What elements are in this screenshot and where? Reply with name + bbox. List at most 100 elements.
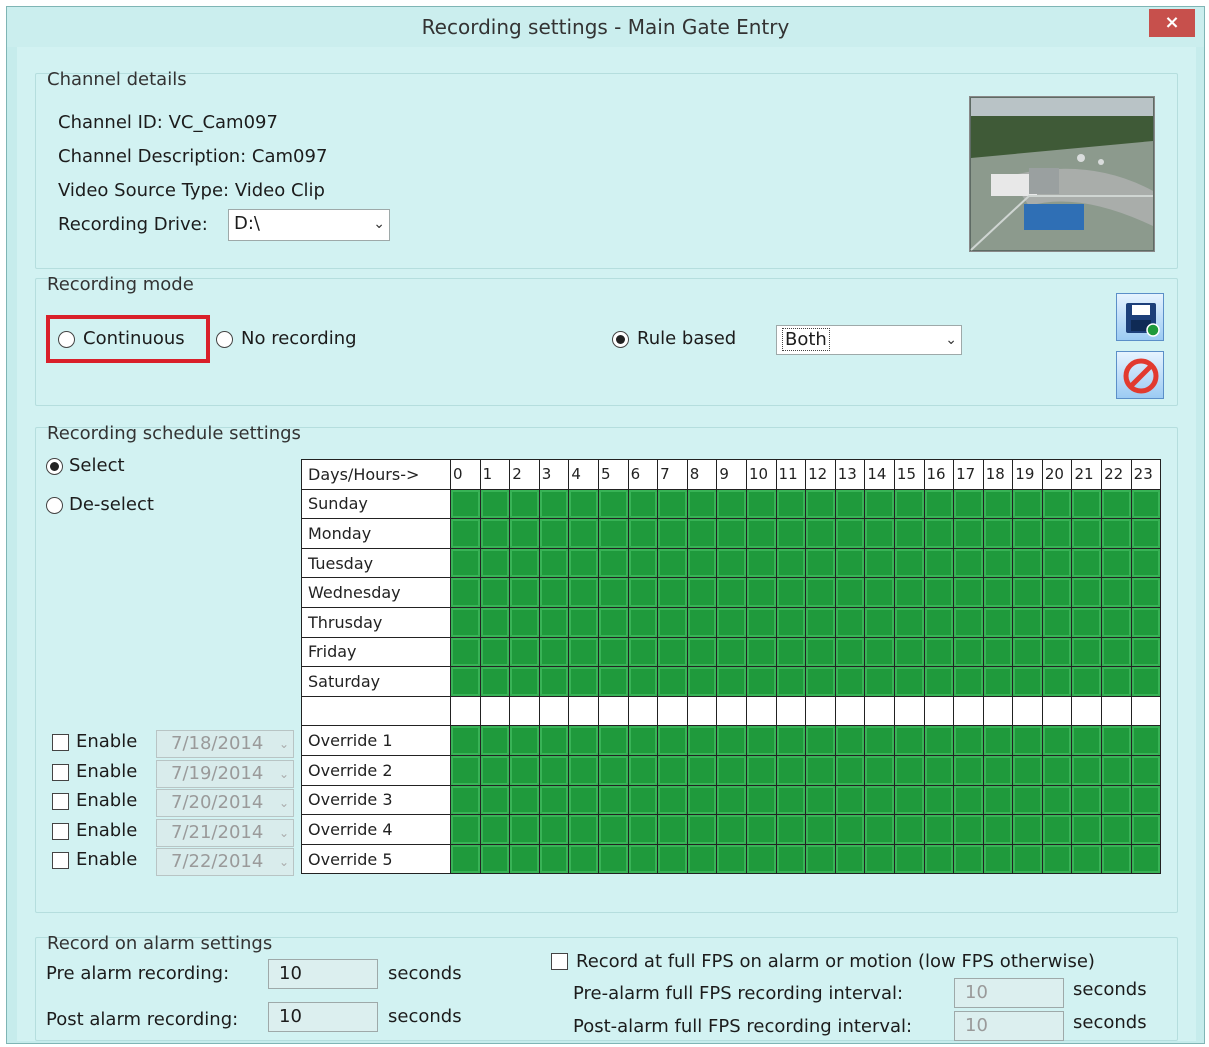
schedule-cell[interactable] xyxy=(597,636,629,668)
override-cell[interactable] xyxy=(775,814,807,845)
override-cell[interactable] xyxy=(1041,784,1073,816)
schedule-cell[interactable] xyxy=(509,666,540,697)
schedule-cell[interactable] xyxy=(834,636,866,668)
override-cell[interactable] xyxy=(1071,814,1103,845)
override-cell[interactable] xyxy=(893,814,925,845)
schedule-cell[interactable] xyxy=(864,666,895,697)
override-cell[interactable] xyxy=(1041,725,1073,756)
cancel-button[interactable] xyxy=(1116,351,1164,399)
override-enable-checkbox[interactable] xyxy=(52,822,69,840)
schedule-cell[interactable] xyxy=(1130,636,1162,668)
schedule-cell[interactable] xyxy=(923,606,955,638)
override-date-picker[interactable]: 7/20/2014 ⌄ xyxy=(156,789,294,818)
override-cell[interactable] xyxy=(1101,843,1132,875)
override-cell[interactable] xyxy=(864,784,895,816)
schedule-cell[interactable] xyxy=(745,606,777,638)
schedule-cell[interactable] xyxy=(1101,488,1132,520)
override-cell[interactable] xyxy=(627,814,659,845)
schedule-cell[interactable] xyxy=(953,577,984,608)
schedule-cell[interactable] xyxy=(834,488,866,520)
schedule-cell[interactable] xyxy=(1041,577,1073,608)
schedule-cell[interactable] xyxy=(568,606,599,638)
override-cell[interactable] xyxy=(864,754,895,786)
schedule-cell[interactable] xyxy=(479,636,511,668)
schedule-cell[interactable] xyxy=(716,606,747,638)
override-cell[interactable] xyxy=(982,784,1014,816)
schedule-cell[interactable] xyxy=(657,577,688,608)
schedule-cell[interactable] xyxy=(686,547,718,579)
schedule-cell[interactable] xyxy=(1101,606,1132,638)
deselect-label[interactable]: De-select xyxy=(69,494,154,515)
schedule-cell[interactable] xyxy=(745,518,777,549)
override-enable-checkbox[interactable] xyxy=(52,763,69,781)
override-cell[interactable] xyxy=(1012,843,1043,875)
schedule-cell[interactable] xyxy=(805,636,836,668)
override-cell[interactable] xyxy=(893,784,925,816)
override-cell[interactable] xyxy=(1130,725,1162,756)
schedule-cell[interactable] xyxy=(1012,518,1043,549)
schedule-cell[interactable] xyxy=(893,518,925,549)
schedule-cell[interactable] xyxy=(1012,606,1043,638)
schedule-cell[interactable] xyxy=(864,547,895,579)
schedule-cell[interactable] xyxy=(953,488,984,520)
continuous-radio[interactable] xyxy=(58,331,75,348)
override-cell[interactable] xyxy=(745,843,777,875)
override-cell[interactable] xyxy=(538,784,570,816)
schedule-cell[interactable] xyxy=(479,518,511,549)
schedule-cell[interactable] xyxy=(953,666,984,697)
override-cell[interactable] xyxy=(1101,725,1132,756)
override-cell[interactable] xyxy=(627,725,659,756)
override-cell[interactable] xyxy=(509,725,540,756)
override-cell[interactable] xyxy=(716,814,747,845)
schedule-cell[interactable] xyxy=(597,488,629,520)
schedule-cell[interactable] xyxy=(568,577,599,608)
override-cell[interactable] xyxy=(568,814,599,845)
schedule-cell[interactable] xyxy=(893,666,925,697)
schedule-cell[interactable] xyxy=(657,518,688,549)
override-cell[interactable] xyxy=(745,725,777,756)
override-enable-label[interactable]: Enable xyxy=(76,820,137,841)
schedule-cell[interactable] xyxy=(538,547,570,579)
override-enable-checkbox[interactable] xyxy=(52,734,69,751)
override-cell[interactable] xyxy=(509,754,540,786)
post-fps-input[interactable]: 10 xyxy=(954,1011,1064,1041)
schedule-cell[interactable] xyxy=(864,606,895,638)
schedule-cell[interactable] xyxy=(479,547,511,579)
schedule-cell[interactable] xyxy=(716,577,747,608)
schedule-cell[interactable] xyxy=(775,488,807,520)
schedule-cell[interactable] xyxy=(805,488,836,520)
override-enable-label[interactable]: Enable xyxy=(76,790,137,811)
override-cell[interactable] xyxy=(1101,754,1132,786)
schedule-cell[interactable] xyxy=(805,518,836,549)
schedule-cell[interactable] xyxy=(657,488,688,520)
override-cell[interactable] xyxy=(834,725,866,756)
override-cell[interactable] xyxy=(509,814,540,845)
schedule-cell[interactable] xyxy=(597,518,629,549)
override-cell[interactable] xyxy=(450,784,481,816)
schedule-cell[interactable] xyxy=(1101,636,1132,668)
schedule-cell[interactable] xyxy=(775,636,807,668)
override-cell[interactable] xyxy=(1012,725,1043,756)
schedule-cell[interactable] xyxy=(509,547,540,579)
schedule-cell[interactable] xyxy=(627,636,659,668)
schedule-cell[interactable] xyxy=(834,577,866,608)
schedule-cell[interactable] xyxy=(923,488,955,520)
schedule-cell[interactable] xyxy=(775,577,807,608)
override-cell[interactable] xyxy=(745,754,777,786)
schedule-cell[interactable] xyxy=(568,636,599,668)
override-cell[interactable] xyxy=(479,784,511,816)
override-cell[interactable] xyxy=(1130,784,1162,816)
override-enable-label[interactable]: Enable xyxy=(76,731,137,752)
schedule-cell[interactable] xyxy=(893,606,925,638)
schedule-cell[interactable] xyxy=(745,488,777,520)
full-fps-checkbox[interactable] xyxy=(551,953,568,970)
schedule-cell[interactable] xyxy=(479,488,511,520)
schedule-cell[interactable] xyxy=(745,547,777,579)
schedule-cell[interactable] xyxy=(509,518,540,549)
override-cell[interactable] xyxy=(538,725,570,756)
schedule-cell[interactable] xyxy=(775,547,807,579)
override-cell[interactable] xyxy=(479,843,511,875)
override-date-picker[interactable]: 7/18/2014 ⌄ xyxy=(156,730,294,758)
override-cell[interactable] xyxy=(864,725,895,756)
override-cell[interactable] xyxy=(627,784,659,816)
